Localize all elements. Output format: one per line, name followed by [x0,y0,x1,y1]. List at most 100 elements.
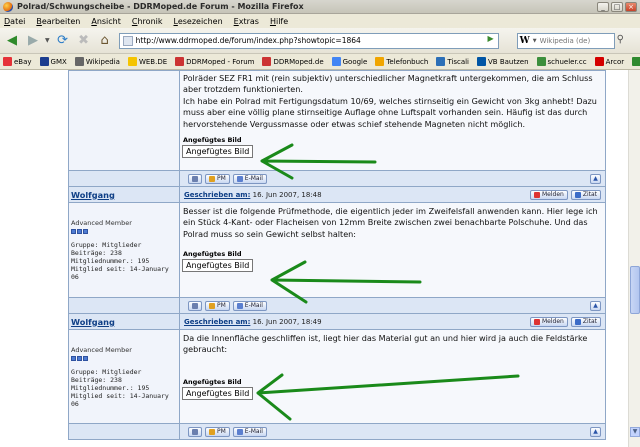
attachment-label: Angefügtes Bild [183,250,242,259]
vertical-scrollbar[interactable]: ▼ [628,70,640,447]
bookmark-item[interactable]: WEB.DE [127,57,167,66]
email-button[interactable]: E-Mail [232,173,267,184]
author-link[interactable]: Wolfgang [71,190,115,200]
go-arrow-icon[interactable]: ▶ [484,34,498,48]
bookmark-item[interactable]: Arcor [594,57,624,66]
profile-button[interactable] [188,426,202,437]
bookmark-label: DDRMoped.de [273,57,324,66]
attached-image-link[interactable]: Angefügtes Bild [182,145,254,159]
post-body: Polräder SEZ FR1 mit (rein subjektiv) un… [180,71,605,170]
bookmark-item[interactable]: Wikipedia [74,57,120,66]
bookmark-item[interactable]: Telefonbuch [375,57,428,66]
quote-button[interactable]: Zitat [570,189,601,200]
search-box[interactable]: W ▼ [516,32,615,49]
menu-lesezeichen[interactable]: Lesezeichen [174,17,223,26]
bookmark-icon [175,57,185,66]
history-dropdown-icon[interactable]: ▼ [45,37,50,44]
author-header: Wolfgang [69,314,179,329]
bookmark-item[interactable]: Tiscali [436,57,469,66]
attachment-label: Angefügtes Bild [183,377,242,386]
stop-icon[interactable]: ✖ [75,32,93,50]
pm-button[interactable]: PM [205,173,230,184]
bookmark-item[interactable]: VB Bautzen [477,57,529,66]
menu-extras[interactable]: Extras [234,17,259,26]
scroll-down-arrow-icon[interactable]: ▼ [630,427,640,437]
report-button[interactable]: Melden [529,316,568,327]
bookmark-item[interactable]: DDRMoped.de [262,57,324,66]
scroll-top-button[interactable]: ▲ [590,173,601,184]
attached-image-link[interactable]: Angefügtes Bild [182,386,254,400]
search-input[interactable] [539,36,600,45]
bookmark-label: VB Bautzen [488,57,529,66]
home-icon[interactable]: ⌂ [96,32,114,50]
bookmark-label: Wikipedia [85,57,120,66]
email-button[interactable]: E-Mail [232,426,267,437]
attached-image-link[interactable]: Angefügtes Bild [182,259,254,273]
menu-hilfe[interactable]: Hilfe [270,17,288,26]
bookmark-icon [3,57,12,66]
scroll-top-button[interactable]: ▲ [590,426,601,437]
profile-icon [192,175,198,182]
bookmark-item[interactable]: Fussball.de [632,57,640,66]
back-arrow-icon[interactable]: ◀ [3,32,21,50]
bookmark-item[interactable]: DDRMoped - Forum [175,57,254,66]
forum-post: Wolfgang Geschrieben am: 16. Jun 2007, 1… [69,314,605,439]
bookmark-icon [262,57,272,66]
minimize-button[interactable]: _ [597,1,609,12]
bookmark-label: Telefonbuch [386,57,429,66]
bookmark-item[interactable]: eBay [3,57,32,66]
scrollbar-thumb[interactable] [630,266,640,314]
post-text: Da die Innenfläche geschliffen ist, lieg… [183,333,588,355]
rank-pip [83,229,88,234]
bookmark-label: schueler.cc [547,57,587,66]
menu-datei[interactable]: Datei [4,17,25,26]
bookmark-item[interactable]: Google [331,57,368,66]
profile-icon [192,428,198,435]
post-header: Geschrieben am: 16. Jun 2007, 18:48 Meld… [180,187,605,202]
rank-pip [71,356,76,361]
author-link[interactable]: Wolfgang [71,317,115,327]
pm-icon [209,428,215,435]
bookmark-icon [477,57,486,66]
window-titlebar[interactable]: Polrad/Schwungscheibe - DDRMoped.de Foru… [0,0,640,14]
post-header: Geschrieben am: 16. Jun 2007, 18:49 Meld… [180,314,605,329]
bookmark-label: Google [342,57,368,66]
bookmark-item[interactable]: schueler.cc [536,57,587,66]
menu-bearbeiten[interactable]: Bearbeiten [36,17,80,26]
bookmark-icon [39,57,49,66]
post-footer-left [69,171,179,186]
close-button[interactable]: × [625,1,637,12]
pm-icon [209,175,215,182]
report-button[interactable]: Melden [529,189,568,200]
forward-arrow-icon[interactable]: ▶ [24,32,42,50]
email-button[interactable]: E-Mail [232,300,267,311]
rank-pip [77,229,82,234]
url-text[interactable]: http://www.ddrmoped.de/forum/index.php?s… [136,36,484,45]
search-engine-dropdown-icon[interactable]: ▼ [533,38,537,44]
reload-icon[interactable]: ⟳ [54,32,72,50]
profile-button[interactable] [188,300,202,311]
address-bar[interactable]: http://www.ddrmoped.de/forum/index.php?s… [118,32,499,49]
menu-ansicht[interactable]: Ansicht [91,17,121,26]
bookmark-icon [375,57,385,66]
bookmark-icon [331,57,341,66]
scroll-top-button[interactable]: ▲ [590,300,601,311]
pm-button[interactable]: PM [205,426,230,437]
bookmark-icon [632,57,640,66]
rank-pips [69,354,179,361]
attachment-label: Angefügtes Bild [183,136,242,145]
quote-button[interactable]: Zitat [570,316,601,327]
bookmark-label: eBay [14,57,32,66]
menu-chronik[interactable]: Chronik [132,17,163,26]
pm-button[interactable]: PM [205,300,230,311]
profile-button[interactable] [188,173,202,184]
bookmark-label: Tiscali [447,57,469,66]
member-rank: Advanced Member [71,219,132,227]
wikipedia-search-icon[interactable]: W [520,36,530,46]
maximize-button[interactable]: □ [611,1,623,12]
bookmark-icon [74,57,84,66]
magnifier-icon[interactable]: ⚲ [617,34,631,48]
quote-icon [574,191,581,198]
bookmark-item[interactable]: GMX [39,57,67,66]
post-date: Geschrieben am: 16. Jun 2007, 18:48 [184,190,322,199]
